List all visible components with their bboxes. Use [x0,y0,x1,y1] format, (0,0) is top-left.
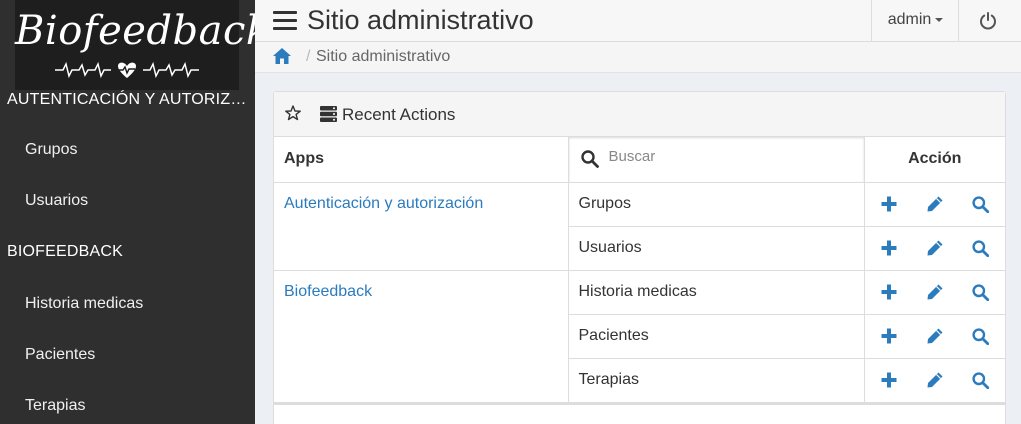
user-name: admin [887,11,932,28]
plus-icon [881,196,897,212]
action-column-header: Acción [863,137,1005,183]
edit-button[interactable] [923,192,947,216]
sidebar: Biofeedback AUTENTICACIÓN Y AUTORIZACIÓN… [0,0,255,424]
breadcrumb-current: Sitio administrativo [316,48,451,65]
pencil-icon [927,284,943,300]
panel-header: Recent Actions [274,92,1005,137]
table-row: Autenticación y autorización Grupos [274,181,1005,271]
view-button[interactable] [968,192,992,216]
model-name[interactable]: Usuarios [568,225,865,271]
user-menu-dropdown[interactable]: admin [871,0,959,41]
plus-icon [881,240,897,256]
view-button[interactable] [968,324,992,348]
edit-button[interactable] [923,280,947,304]
sidebar-section-biofeedback[interactable]: BIOFEEDBACK [0,226,255,278]
app-cell: Biofeedback [274,269,569,403]
sidebar-item-pacientes[interactable]: Pacientes [0,329,255,380]
caret-down-icon [935,17,944,22]
actions-cell [863,357,1005,403]
sidebar-nav: AUTENTICACIÓN Y AUTORIZACIÓN Grupos Usua… [0,76,255,424]
sidebar-item-historia-medicas[interactable]: Historia medicas [0,278,255,329]
app-cell: Autenticación y autorización [274,181,569,271]
apps-table: Apps Acción Autenticación y autorización… [274,137,1005,403]
apps-column-header: Apps [274,137,569,183]
sidebar-item-usuarios[interactable]: Usuarios [0,175,255,226]
app-link[interactable]: Autenticación y autorización [284,195,558,213]
sidebar-section-auth[interactable]: AUTENTICACIÓN Y AUTORIZACIÓN [0,76,255,124]
search-box[interactable] [567,137,865,183]
menu-toggle-icon[interactable] [273,11,297,31]
view-button[interactable] [968,368,992,392]
pencil-icon [927,328,943,344]
pencil-icon [927,196,943,212]
app-link[interactable]: Biofeedback [284,283,558,301]
actions-cell [863,225,1005,271]
panel-title: Recent Actions [342,105,456,124]
edit-button[interactable] [923,368,947,392]
actions-cell [863,269,1005,315]
power-icon [980,12,996,30]
actions-cell [863,181,1005,227]
plus-icon [881,328,897,344]
breadcrumb-separator: / [306,48,311,65]
panel-divider [274,403,1005,405]
search-icon [580,150,599,168]
breadcrumb: / Sitio administrativo [255,42,1021,73]
plus-icon [881,284,897,300]
plus-icon [881,372,897,388]
add-button[interactable] [877,192,901,216]
pencil-icon [927,240,943,256]
search-icon [972,283,989,301]
recent-actions-panel: Recent Actions Apps Acción Autenticación… [273,91,1006,424]
star-icon[interactable] [285,105,301,121]
add-button[interactable] [877,324,901,348]
add-button[interactable] [877,280,901,304]
add-button[interactable] [877,368,901,392]
search-input[interactable] [608,148,849,165]
server-icon [320,106,337,122]
sidebar-item-terapias[interactable]: Terapias [0,380,255,424]
edit-button[interactable] [923,324,947,348]
home-icon[interactable] [272,47,292,65]
top-navbar: Sitio administrativo admin [255,0,1021,42]
edit-button[interactable] [923,236,947,260]
sidebar-item-grupos[interactable]: Grupos [0,124,255,175]
add-button[interactable] [877,236,901,260]
model-name[interactable]: Pacientes [568,313,865,359]
actions-cell [863,313,1005,359]
search-icon [972,195,989,213]
search-icon [972,239,989,257]
page-title: Sitio administrativo [307,5,534,35]
search-icon [972,327,989,345]
model-name[interactable]: Terapias [568,357,865,403]
brand-title: Biofeedback [15,8,255,54]
view-button[interactable] [968,280,992,304]
model-name[interactable]: Historia medicas [567,269,865,315]
table-row: Biofeedback Historia medicas [274,269,1005,403]
view-button[interactable] [968,236,992,260]
model-name[interactable]: Grupos [567,181,865,227]
logout-button[interactable] [958,0,1021,41]
search-icon [972,371,989,389]
pencil-icon [927,372,943,388]
